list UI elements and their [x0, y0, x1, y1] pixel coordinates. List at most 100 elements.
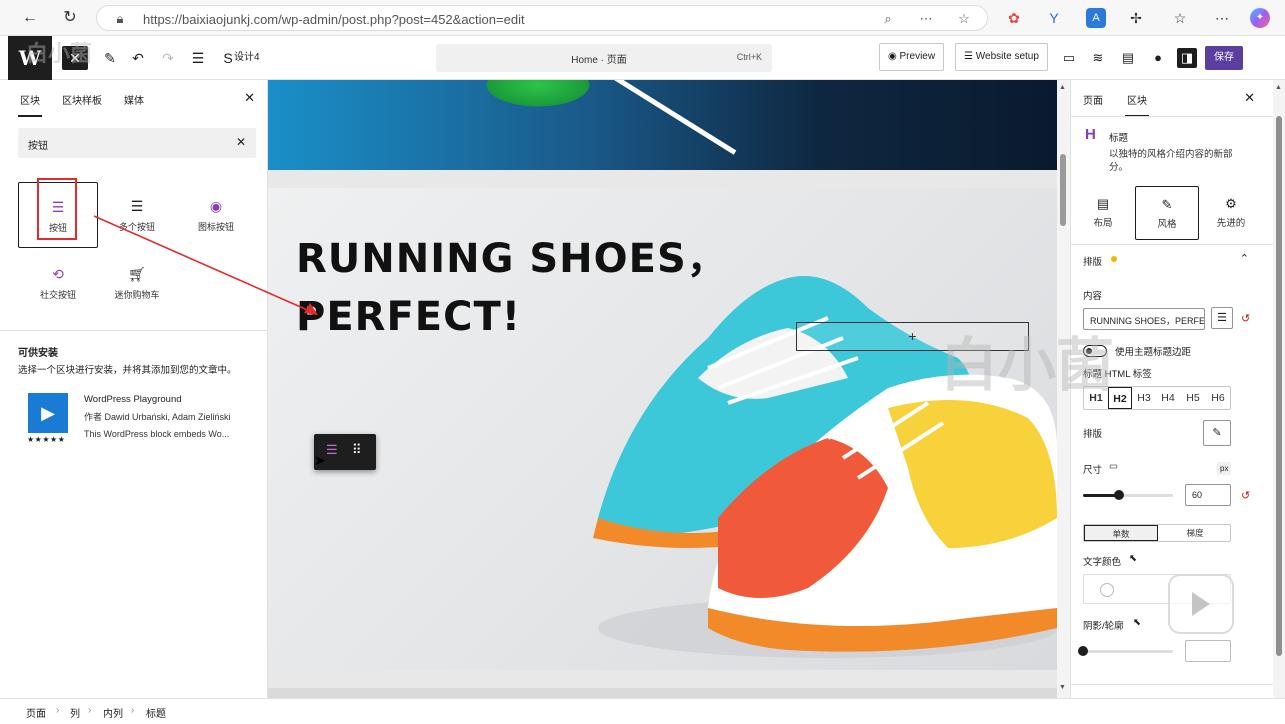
stackable-icon[interactable]: ≋	[1088, 48, 1108, 68]
tab-layout[interactable]: ▤ 布局	[1071, 186, 1135, 240]
crumb-inner-column[interactable]: 内列	[103, 705, 123, 720]
slider-thumb[interactable]	[1078, 646, 1088, 656]
shadow-label: 阴影/轮廓	[1083, 621, 1124, 632]
preview-button[interactable]: ◉ Preview	[879, 43, 945, 71]
divider	[1071, 244, 1274, 245]
edit-tool-icon[interactable]: ✎	[98, 46, 122, 70]
tab-page[interactable]: 页面	[1083, 92, 1103, 107]
block-multi-buttons[interactable]: ☰ 多个按钮	[97, 182, 177, 248]
plugin-author: 作者 Dawid Urbański, Adam Zieliński	[84, 412, 231, 422]
settings-scrollbar[interactable]: ▲	[1273, 80, 1285, 698]
plugin-name[interactable]: WordPress Playground	[84, 394, 182, 405]
extension-translate-icon[interactable]: A	[1086, 8, 1106, 28]
tab-media[interactable]: 媒体	[124, 92, 144, 107]
hero-section[interactable]: RUNNING SHOES， PERFECT! + ☰ ⠿ ➤	[268, 188, 1057, 670]
desktop-icon[interactable]: ▭	[1109, 461, 1118, 472]
cursor-icon: ➤	[314, 452, 326, 468]
unit-label[interactable]: px	[1217, 462, 1232, 475]
slider-thumb[interactable]	[1114, 490, 1124, 500]
shadow-slider[interactable]	[1078, 646, 1173, 656]
heading-level-h6[interactable]: H6	[1206, 387, 1230, 409]
chevron-up-icon[interactable]: ⌃	[1240, 252, 1249, 265]
crumb-column[interactable]: 列	[70, 705, 80, 720]
eye-icon: ◉	[888, 51, 900, 62]
tab-advanced[interactable]: ⚙ 先进的	[1199, 186, 1263, 240]
favorites-icon[interactable]: ☆	[1170, 8, 1190, 28]
share-icon: ⟲	[52, 266, 64, 282]
drag-handle-icon[interactable]: ⠿	[352, 442, 362, 458]
scroll-down-icon[interactable]: ▼	[1059, 684, 1066, 691]
plugin-desc: This WordPress block embeds Wo...	[84, 429, 230, 439]
more-menu-icon[interactable]: ⋯	[1212, 8, 1232, 28]
save-button[interactable]: 保存	[1205, 46, 1243, 70]
website-setup-button[interactable]: ☰ Website setup	[955, 43, 1048, 71]
block-social-buttons[interactable]: ⟲ 社交按钮	[18, 250, 98, 316]
desktop-view-icon[interactable]: ▭	[1059, 48, 1079, 68]
command-palette-button[interactable]: Home · 页面 Ctrl+K	[436, 44, 772, 72]
play-icon[interactable]: ▶	[28, 393, 68, 433]
brush-icon: ✎	[1161, 197, 1173, 212]
size-slider[interactable]	[1083, 490, 1173, 500]
heading-level-h4[interactable]: H4	[1156, 387, 1180, 409]
pointer-icon[interactable]: ⬉	[1133, 617, 1141, 628]
address-bar[interactable]: 🔒︎ https://baixiaojunkj.com/wp-admin/pos…	[96, 5, 988, 31]
heading-level-h3[interactable]: H3	[1132, 387, 1156, 409]
crumb-heading[interactable]: 标题	[146, 705, 166, 720]
scroll-up-icon[interactable]: ▲	[1059, 84, 1066, 91]
scroll-up-icon[interactable]: ▲	[1275, 84, 1282, 91]
document-overview-icon[interactable]: ☰	[186, 46, 210, 70]
reload-icon[interactable]: ↻	[60, 8, 80, 28]
heading-line-1[interactable]: RUNNING SHOES，	[296, 226, 728, 284]
copilot-icon[interactable]: ✦	[1250, 8, 1270, 28]
block-mini-cart[interactable]: 🛒︎ 迷你购物车	[97, 250, 177, 316]
tab-patterns[interactable]: 区块样板	[62, 92, 102, 107]
extension-y-icon[interactable]: Y	[1044, 8, 1064, 28]
next-section	[268, 688, 1057, 698]
reset-icon[interactable]: ↺	[1241, 489, 1250, 502]
crumb-page[interactable]: 页面	[26, 705, 46, 720]
shadow-input[interactable]	[1185, 640, 1231, 662]
canvas-scroll-thumb[interactable]	[1060, 154, 1066, 226]
pointer-icon[interactable]: ⬉	[1129, 553, 1137, 564]
settings-sidebar-icon[interactable]: ◨	[1177, 48, 1197, 68]
typography-edit-icon[interactable]: ✎	[1203, 420, 1231, 446]
lock-icon[interactable]: 🔒︎	[111, 10, 129, 28]
gear-icon: ⚙	[1225, 196, 1237, 211]
divider	[0, 330, 268, 331]
page-icon[interactable]: ▤	[1118, 48, 1138, 68]
seg-gradient[interactable]: 梯度	[1158, 525, 1232, 541]
section-title[interactable]: 排版	[1083, 254, 1102, 268]
crumb-separator: ›	[56, 705, 60, 716]
block-icon-button[interactable]: ◉ 图标按钮	[176, 182, 256, 248]
heading-level-h5[interactable]: H5	[1181, 387, 1205, 409]
b-plugin-icon[interactable]: ●	[1148, 48, 1168, 68]
reset-icon[interactable]: ↺	[1241, 312, 1250, 325]
tab-style[interactable]: ✎ 风格	[1135, 186, 1199, 240]
tab-blocks[interactable]: 区块	[18, 92, 42, 117]
editor-canvas[interactable]: RUNNING SHOES， PERFECT! + ☰ ⠿ ➤	[268, 80, 1057, 698]
heading-line-2[interactable]: PERFECT!	[296, 294, 521, 340]
cart-icon: 🛒︎	[128, 266, 146, 282]
settings-scroll-thumb[interactable]	[1276, 116, 1282, 656]
block-label: 迷你购物车	[114, 290, 160, 300]
clear-search-icon[interactable]: ✕	[236, 135, 246, 149]
seg-solid[interactable]: 单数	[1084, 525, 1158, 541]
extension-pinwheel-icon[interactable]: ✿	[1004, 8, 1024, 28]
zoom-icon[interactable]: ⌕	[879, 10, 897, 28]
back-icon[interactable]: ←	[20, 8, 40, 28]
favorite-star-icon[interactable]: ☆	[955, 10, 973, 28]
close-icon[interactable]: ✕	[244, 90, 255, 106]
rating-stars: ★★★★★	[27, 435, 66, 444]
block-label: 图标按钮	[197, 222, 234, 232]
redo-icon[interactable]: ↷	[156, 46, 180, 70]
dynamic-data-icon[interactable]: ☰	[1211, 307, 1233, 329]
annotation-highlight-box	[37, 178, 77, 240]
close-icon[interactable]: ✕	[1244, 90, 1255, 106]
block-search-input[interactable]: 按钮 ✕	[18, 128, 256, 158]
reading-view-icon[interactable]: ⋯	[917, 10, 935, 28]
extensions-puzzle-icon[interactable]: ✢	[1126, 8, 1146, 28]
multi-buttons-icon: ☰	[130, 198, 144, 214]
undo-icon[interactable]: ↶	[126, 46, 150, 70]
size-input[interactable]: 60	[1185, 484, 1231, 506]
tab-block[interactable]: 区块	[1125, 92, 1149, 117]
